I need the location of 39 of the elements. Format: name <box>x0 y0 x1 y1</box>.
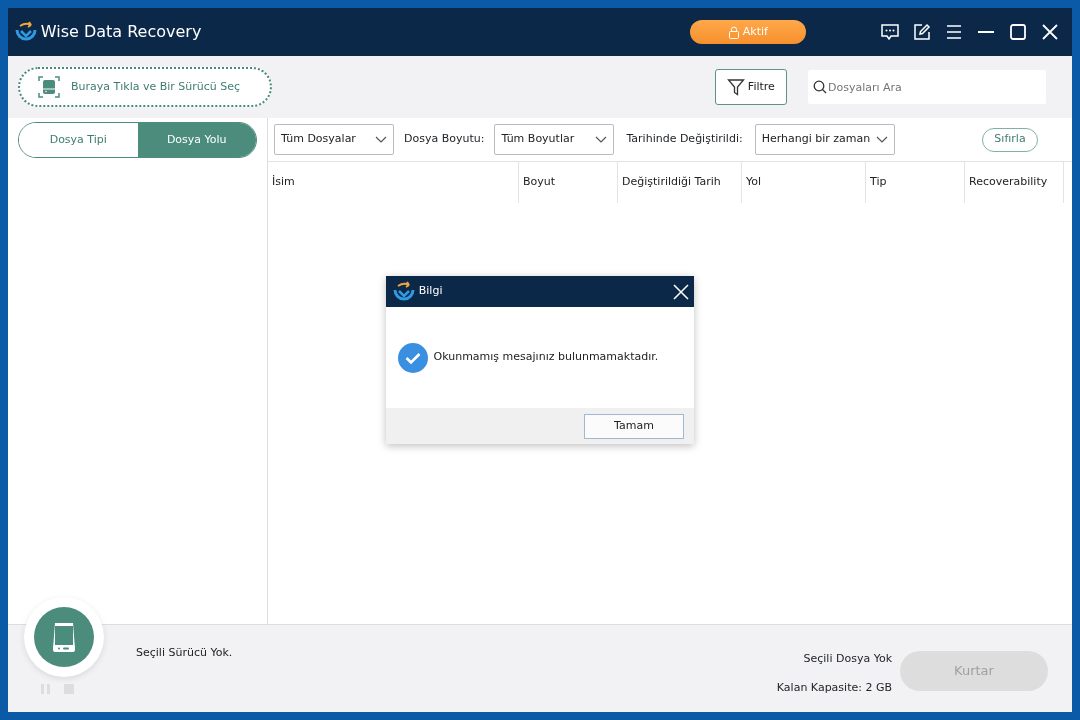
checkmark-icon <box>398 342 428 373</box>
column-header[interactable]: Recoverability <box>965 162 1064 203</box>
chat-icon[interactable] <box>880 22 900 42</box>
remaining-capacity-text: Kalan Kapasite: 2 GB <box>776 679 892 696</box>
column-header[interactable]: İsim <box>268 162 519 203</box>
chevron-down-icon <box>375 136 387 143</box>
maximize-icon[interactable] <box>1008 22 1028 42</box>
selected-drive-text: Seçili Sürücü Yok. <box>136 645 233 661</box>
column-header[interactable]: Boyut <box>519 162 618 203</box>
app-logo-icon <box>392 280 416 303</box>
selected-files-text: Seçili Dosya Yok <box>803 651 892 667</box>
size-dropdown[interactable]: Tüm Boyutlar <box>494 124 615 155</box>
ok-button[interactable]: Tamam <box>584 413 684 439</box>
column-header[interactable]: Tip <box>866 162 965 203</box>
filter-button[interactable]: Filtre <box>715 69 787 105</box>
funnel-icon <box>727 78 746 96</box>
edit-icon[interactable] <box>912 22 932 42</box>
close-icon[interactable] <box>672 282 690 301</box>
file-type-dropdown[interactable]: Tüm Dosyalar <box>274 124 394 155</box>
drive-select-button[interactable]: Buraya Tıkla ve Bir Sürücü Seç <box>18 67 272 107</box>
date-dropdown[interactable]: Herhangi bir zaman <box>754 124 896 155</box>
view-tab[interactable]: Dosya Yolu <box>137 123 256 157</box>
column-header[interactable]: Değiştirildiği Tarih <box>618 162 742 203</box>
chevron-down-icon <box>595 136 608 143</box>
menu-icon[interactable] <box>944 22 964 42</box>
reset-button[interactable]: Sıfırla <box>982 127 1038 152</box>
size-filter-label: Dosya Boyutu: <box>404 131 485 148</box>
window-title: Wise Data Recovery <box>40 21 202 43</box>
date-filter-label: Tarihinde Değiştirildi: <box>626 131 743 148</box>
lock-icon <box>728 25 741 39</box>
app-logo-icon <box>14 21 38 43</box>
close-icon[interactable] <box>1040 22 1060 42</box>
dialog-message: Okunmamış mesajınız bulunmamaktadır. <box>433 349 659 366</box>
dialog-title: Bilgi <box>418 283 443 300</box>
drive-icon <box>34 607 94 667</box>
chevron-down-icon <box>876 136 889 143</box>
drive-icon[interactable] <box>38 76 60 98</box>
search-icon <box>813 80 827 94</box>
column-header[interactable]: Yol <box>742 162 866 203</box>
